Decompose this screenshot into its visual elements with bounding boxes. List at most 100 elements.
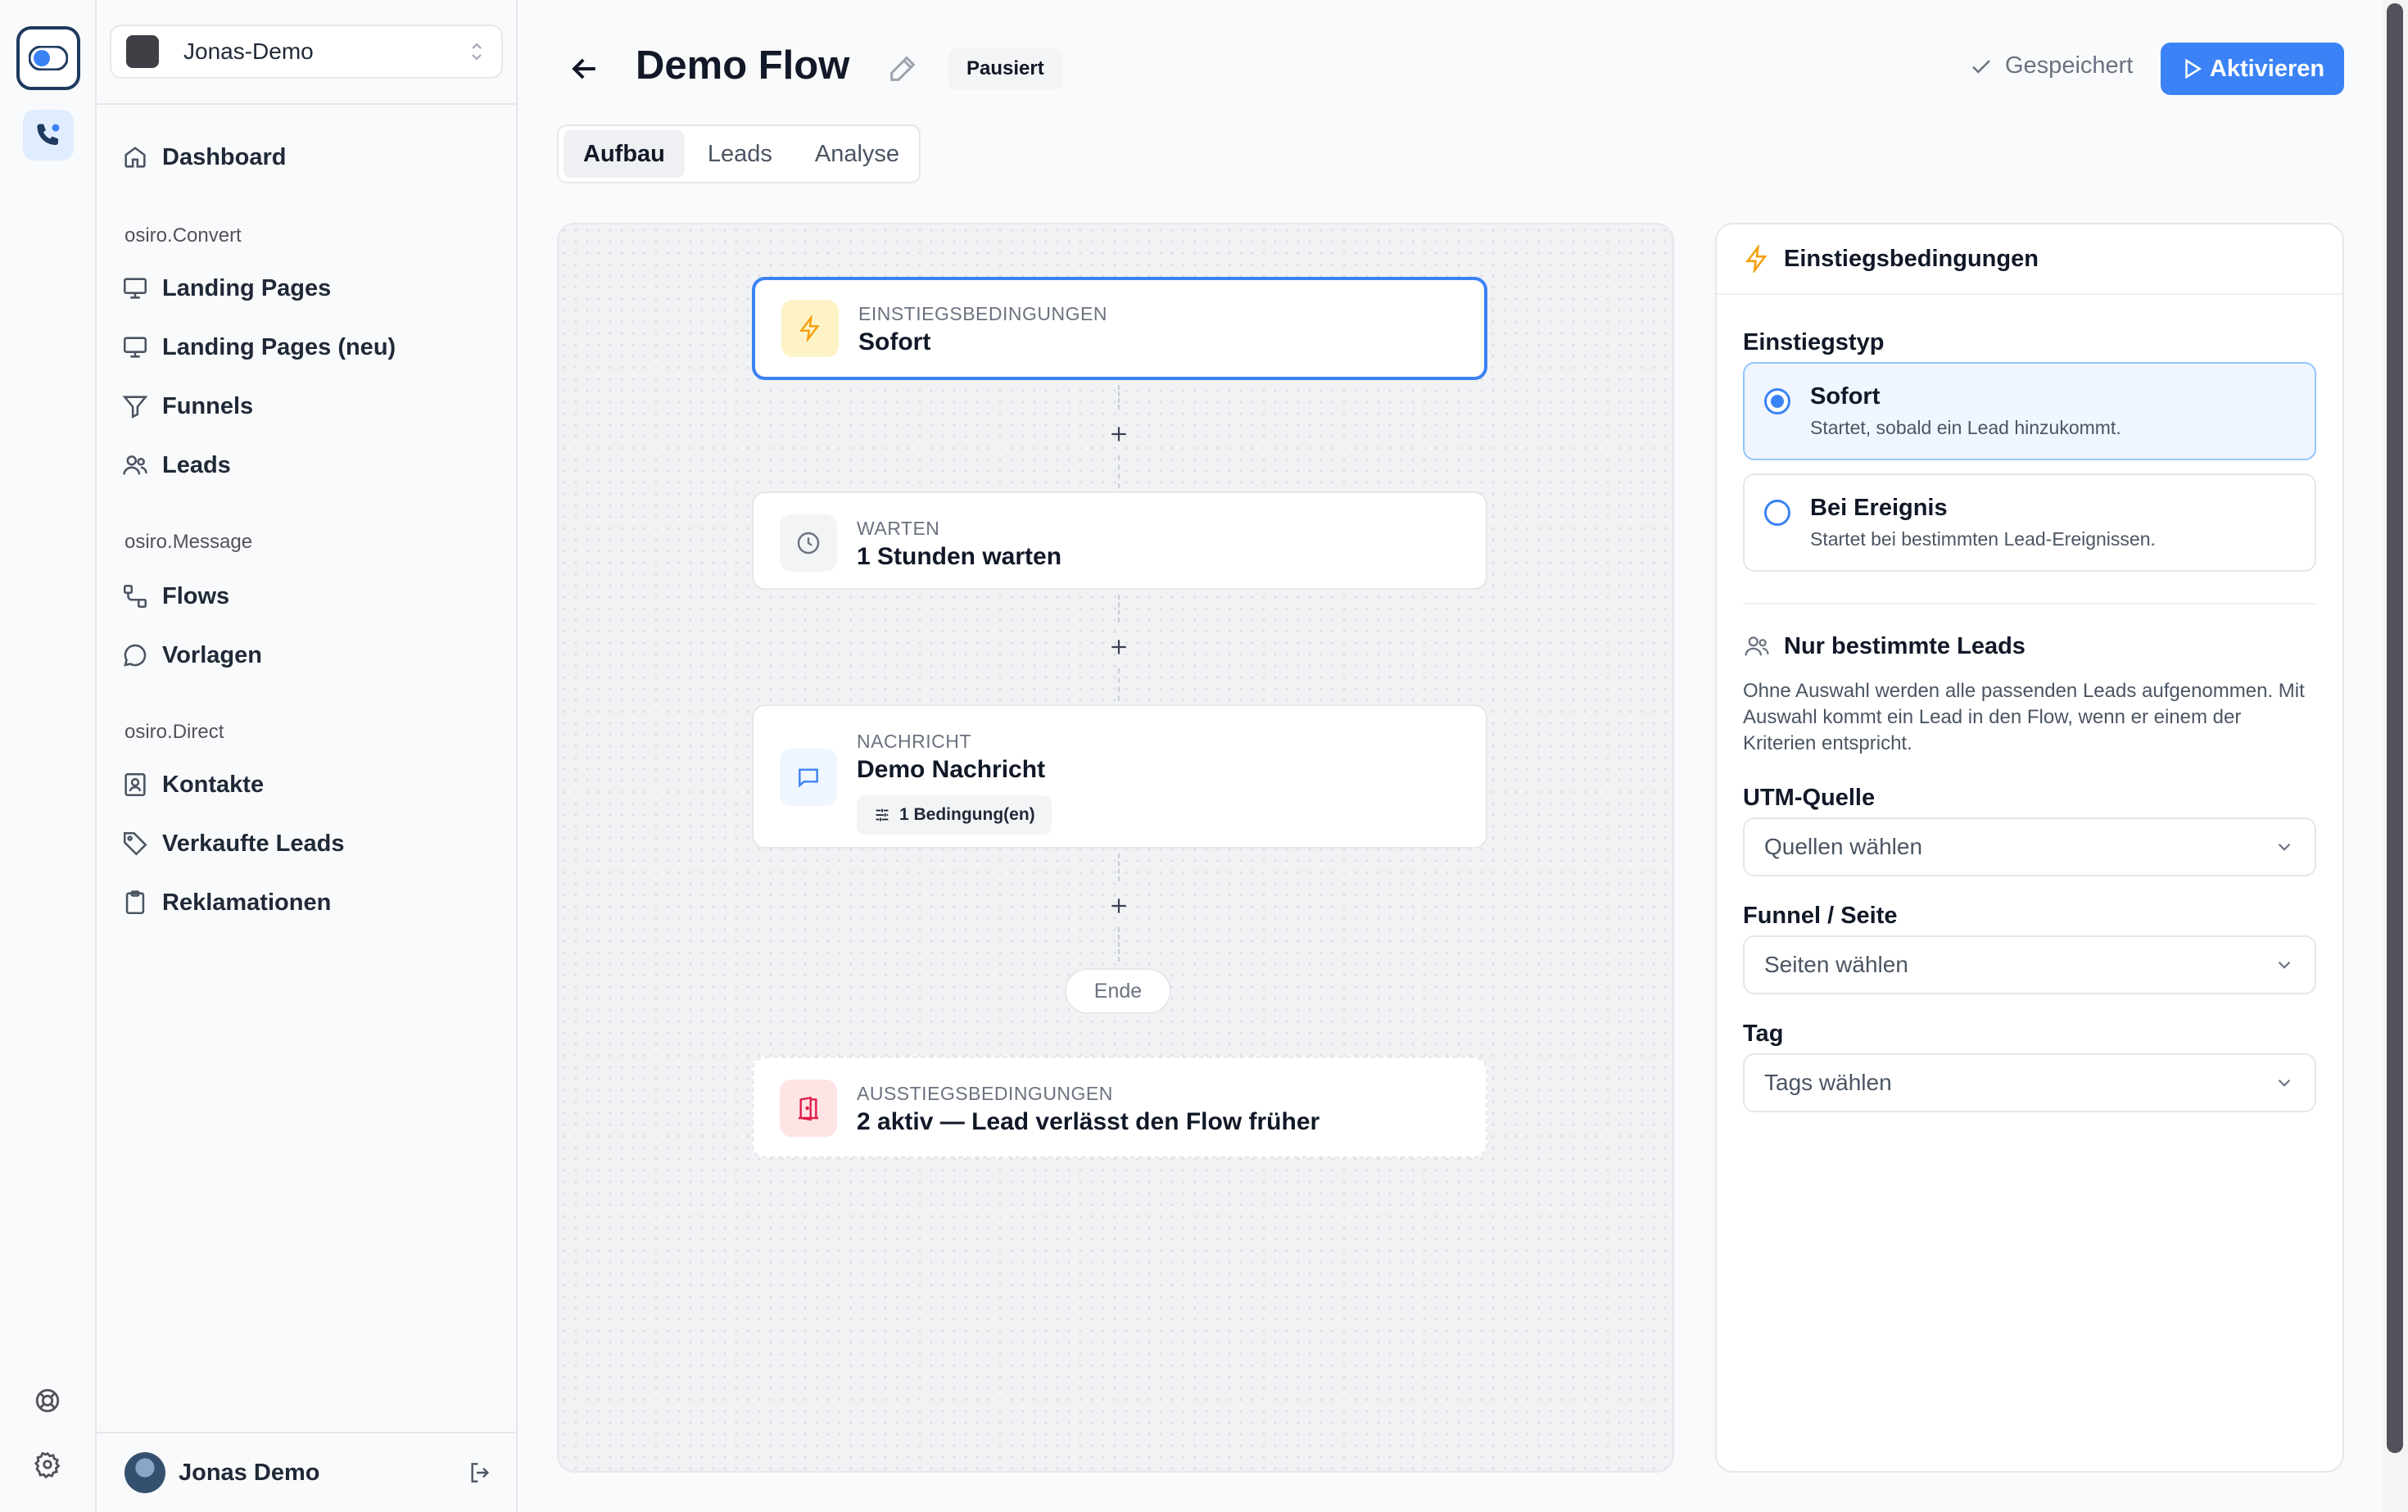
- tag-icon: [123, 831, 147, 856]
- app-rail: [0, 0, 97, 1512]
- phone-icon[interactable]: [23, 110, 74, 161]
- flow-node-exit[interactable]: AUSSTIEGSBEDINGUNGEN 2 aktiv — Lead verl…: [752, 1057, 1487, 1158]
- sidebar: Jonas-Demo Dashboard osiro.Convert Landi…: [97, 0, 518, 1512]
- node-kicker: NACHRICHT: [857, 731, 971, 752]
- sidebar-item-vorlagen[interactable]: Vorlagen: [121, 631, 498, 680]
- avatar: [124, 1452, 165, 1493]
- nav-section-title: osiro.Message: [124, 531, 253, 553]
- condition-chip[interactable]: 1 Bedingung(en): [857, 795, 1052, 835]
- connector-line: [1118, 853, 1120, 881]
- chevron-down-icon: [2278, 843, 2291, 851]
- lightning-icon: [1745, 245, 1768, 273]
- radio-selected: [1764, 388, 1790, 414]
- flow-end-marker: Ende: [1065, 968, 1171, 1014]
- utm-source-label: UTM-Quelle: [1743, 785, 1876, 811]
- edit-pencil-icon[interactable]: [886, 52, 919, 85]
- flow-route-icon: [123, 584, 147, 609]
- node-title: Sofort: [858, 328, 931, 355]
- connector-line: [1118, 385, 1120, 410]
- monitor-icon: [123, 278, 147, 299]
- sidebar-item-funnels[interactable]: Funnels: [121, 382, 498, 431]
- contact-book-icon: [124, 772, 146, 797]
- workspace-switcher[interactable]: Jonas-Demo: [110, 25, 503, 79]
- message-icon: [780, 749, 837, 806]
- sidebar-item-flows[interactable]: Flows: [121, 572, 498, 621]
- users-icon: [1745, 636, 1769, 656]
- radio-option-sofort[interactable]: Sofort Startet, sobald ein Lead hinzukom…: [1743, 362, 2316, 460]
- home-icon: [124, 147, 146, 168]
- panel-title: Einstiegsbedingungen: [1784, 245, 2039, 272]
- lightning-icon: [781, 300, 839, 357]
- connector-line: [1118, 455, 1120, 488]
- app-logo-icon[interactable]: [16, 26, 80, 90]
- connector-line: [1118, 668, 1120, 701]
- add-step-button[interactable]: [1106, 421, 1132, 447]
- users-icon: [123, 455, 147, 475]
- sidebar-item-reklamationen[interactable]: Reklamationen: [121, 878, 498, 927]
- help-text: Ohne Auswahl werden alle passenden Leads…: [1743, 680, 2305, 754]
- flow-node-entry[interactable]: EINSTIEGSBEDINGUNGEN Sofort: [752, 277, 1487, 380]
- radio-option-bei-ereignis[interactable]: Bei Ereignis Startet bei bestimmten Lead…: [1743, 473, 2316, 572]
- tag-select[interactable]: Tags wählen: [1743, 1053, 2316, 1112]
- panel-divider: [1743, 603, 2316, 604]
- panel-header: Einstiegsbedingungen: [1717, 224, 2342, 295]
- add-step-button[interactable]: [1106, 634, 1132, 660]
- properties-panel: Einstiegsbedingungen Einstiegstyp Sofort…: [1715, 223, 2344, 1473]
- flow-canvas[interactable]: EINSTIEGSBEDINGUNGEN Sofort WARTEN 1 Stu…: [557, 223, 1674, 1473]
- radio-unselected: [1764, 500, 1790, 526]
- workspace-logo: [126, 35, 159, 68]
- sidebar-item-kontakte[interactable]: Kontakte: [121, 760, 498, 809]
- sidebar-divider: [97, 103, 518, 105]
- entry-type-label: Einstiegstyp: [1743, 329, 1885, 355]
- scrollbar-thumb[interactable]: [2387, 3, 2403, 1453]
- chevron-down-icon: [2278, 961, 2291, 969]
- flow-node-wait[interactable]: WARTEN 1 Stunden warten: [752, 491, 1487, 590]
- user-name: Jonas Demo: [179, 1459, 320, 1486]
- node-kicker: AUSSTIEGSBEDINGUNGEN: [857, 1083, 1113, 1104]
- add-step-button[interactable]: [1106, 893, 1132, 919]
- activate-button[interactable]: Aktivieren: [2161, 43, 2344, 95]
- only-leads-header: Nur bestimmte Leads: [1743, 632, 2026, 660]
- play-icon: [2185, 58, 2202, 79]
- clipboard-icon: [125, 890, 145, 915]
- tab-aufbau[interactable]: Aufbau: [564, 130, 685, 178]
- nav-section-title: osiro.Direct: [124, 721, 224, 743]
- clock-icon: [780, 514, 837, 572]
- node-title: 1 Stunden warten: [857, 543, 1062, 570]
- sidebar-item-dashboard[interactable]: Dashboard: [121, 133, 498, 182]
- utm-source-select[interactable]: Quellen wählen: [1743, 817, 2316, 876]
- sidebar-divider: [97, 1432, 518, 1433]
- filter-funnel-icon: [122, 396, 148, 419]
- sidebar-item-leads[interactable]: Leads: [121, 441, 498, 490]
- door-exit-icon: [780, 1080, 837, 1137]
- help-lifebuoy-icon[interactable]: [25, 1378, 70, 1424]
- sidebar-item-landing-pages[interactable]: Landing Pages: [121, 264, 498, 313]
- sidebar-item-landing-pages-neu[interactable]: Landing Pages (neu): [121, 323, 498, 372]
- workspace-name: Jonas-Demo: [183, 38, 314, 64]
- sidebar-item-verkaufte-leads[interactable]: Verkaufte Leads: [121, 819, 498, 868]
- settings-gear-icon[interactable]: [25, 1442, 70, 1487]
- tag-label: Tag: [1743, 1021, 1784, 1047]
- tab-leads[interactable]: Leads: [688, 130, 792, 178]
- funnel-page-select[interactable]: Seiten wählen: [1743, 935, 2316, 994]
- node-title: 2 aktiv — Lead verlässt den Flow früher: [857, 1108, 1320, 1135]
- flow-node-message[interactable]: NACHRICHT Demo Nachricht 1 Bedingung(en): [752, 704, 1487, 849]
- tab-analyse[interactable]: Analyse: [795, 130, 919, 178]
- monitor-icon: [123, 337, 147, 358]
- connector-line: [1118, 927, 1120, 962]
- chevron-down-icon: [2278, 1079, 2291, 1087]
- node-kicker: WARTEN: [857, 518, 940, 539]
- user-profile: Jonas Demo: [124, 1451, 493, 1494]
- connector-line: [1118, 595, 1120, 622]
- funnel-page-label: Funnel / Seite: [1743, 903, 1898, 929]
- page-title: Demo Flow: [636, 43, 850, 88]
- back-arrow-icon[interactable]: [567, 51, 603, 87]
- status-badge: Pausiert: [948, 48, 1062, 90]
- node-kicker: EINSTIEGSBEDINGUNGEN: [858, 303, 1107, 324]
- logout-icon[interactable]: [467, 1460, 493, 1486]
- check-icon: [1972, 59, 1990, 74]
- saved-indicator: Gespeichert: [1969, 52, 2133, 79]
- tab-bar: Aufbau Leads Analyse: [557, 124, 921, 183]
- chevron-updown-icon: [472, 43, 482, 61]
- chat-bubble-icon: [124, 644, 147, 667]
